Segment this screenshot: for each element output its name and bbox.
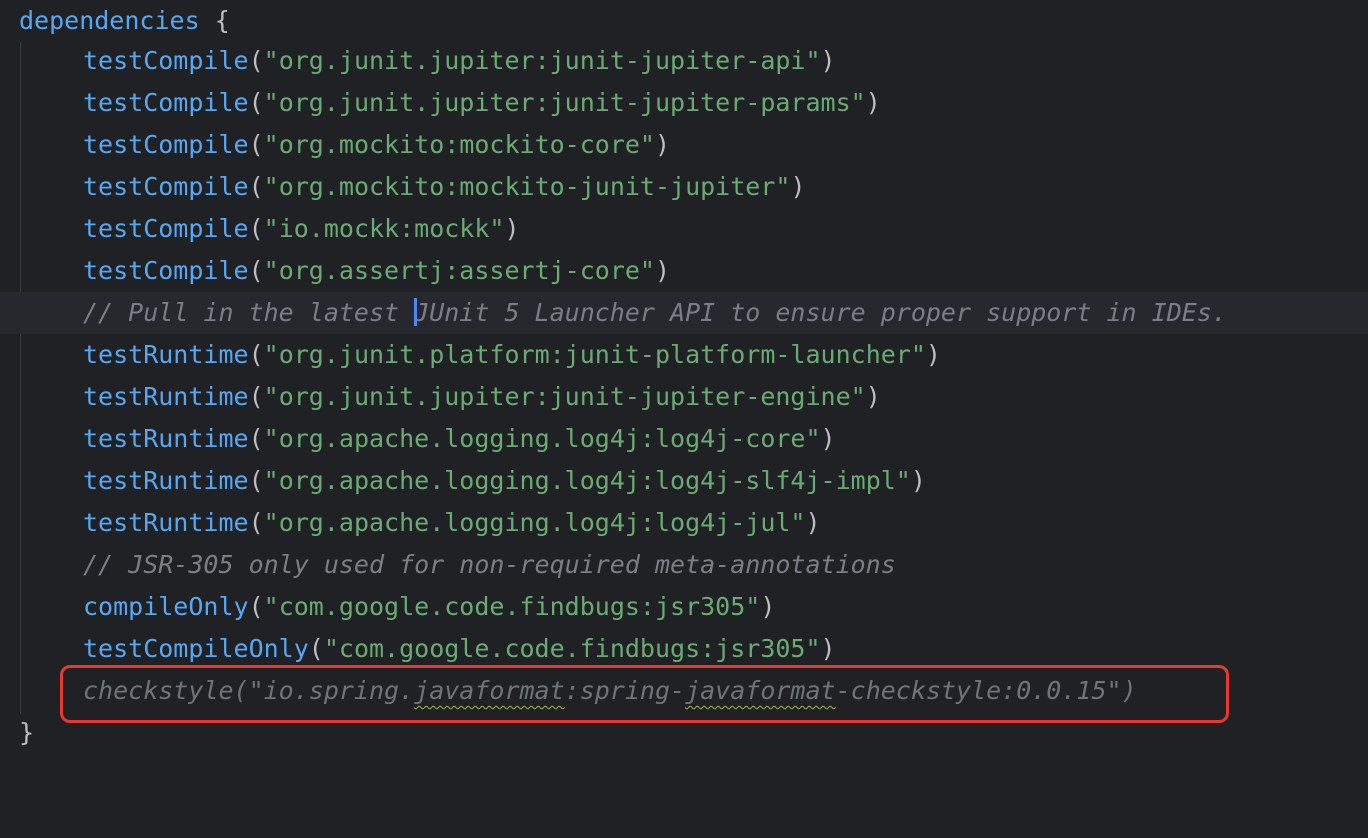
function-name: testCompileOnly <box>83 634 309 663</box>
paren: ( <box>248 382 264 411</box>
code-line[interactable]: testCompile("io.mockk:mockk") <box>0 208 1368 250</box>
red-annotation-box <box>60 665 1229 723</box>
comment-line[interactable]: // Pull in the latest JUnit 5 Launcher A… <box>0 292 1368 334</box>
code-line[interactable]: testCompile("org.junit.jupiter:junit-jup… <box>0 82 1368 124</box>
paren: ) <box>820 46 836 75</box>
paren: ( <box>248 424 264 453</box>
function-name: testRuntime <box>83 466 249 495</box>
paren: ( <box>248 256 264 285</box>
function-name: testCompile <box>83 214 249 243</box>
paren: ( <box>248 214 264 243</box>
paren: ) <box>865 382 881 411</box>
paren: ( <box>308 634 324 663</box>
string-literal: "org.junit.jupiter:junit-jupiter-engine" <box>263 382 866 411</box>
code-line[interactable]: testRuntime("org.apache.logging.log4j:lo… <box>0 418 1368 460</box>
paren: ) <box>820 424 836 453</box>
code-line[interactable]: testRuntime("org.apache.logging.log4j:lo… <box>0 460 1368 502</box>
code-line[interactable]: testCompile("org.junit.jupiter:junit-jup… <box>0 40 1368 82</box>
function-name: testRuntime <box>83 508 249 537</box>
function-name: testRuntime <box>83 424 249 453</box>
string-literal: "com.google.code.findbugs:jsr305" <box>323 634 821 663</box>
paren: ) <box>654 130 671 159</box>
comment-text: // JSR-305 only used for non-required me… <box>83 550 896 579</box>
code-line[interactable]: dependencies { <box>0 0 1368 42</box>
code-line[interactable]: testCompile("org.mockito:mockito-core") <box>0 124 1368 166</box>
string-literal: "io.mockk:mockk" <box>263 214 505 243</box>
string-literal: "org.junit.jupiter:junit-jupiter-params" <box>263 88 866 117</box>
comment-line[interactable]: // JSR-305 only used for non-required me… <box>0 544 1368 586</box>
paren: ( <box>248 508 264 537</box>
paren: ) <box>820 634 836 663</box>
code-line[interactable]: testCompileOnly("com.google.code.findbug… <box>0 628 1368 670</box>
paren: ) <box>865 88 881 117</box>
string-literal: "org.apache.logging.log4j:log4j-jul" <box>263 508 806 537</box>
paren: ( <box>248 46 264 75</box>
function-name: testRuntime <box>83 340 249 369</box>
code-line[interactable]: testRuntime("org.junit.platform:junit-pl… <box>0 334 1368 376</box>
text-caret <box>414 298 418 326</box>
code-line[interactable]: testRuntime("org.apache.logging.log4j:lo… <box>0 502 1368 544</box>
paren: ) <box>760 592 776 621</box>
paren: ( <box>248 88 264 117</box>
function-name: testCompile <box>83 130 249 159</box>
function-name: testCompile <box>83 256 249 285</box>
string-literal: "org.junit.platform:junit-platform-launc… <box>263 340 926 369</box>
string-literal: "org.apache.logging.log4j:log4j-core" <box>263 424 821 453</box>
function-name: testCompile <box>83 46 249 75</box>
paren: ( <box>248 172 264 201</box>
comment-text: JUnit 5 Launcher API to ensure proper su… <box>414 298 1227 327</box>
string-literal: "org.mockito:mockito-junit-jupiter" <box>263 172 791 201</box>
string-literal: "org.assertj:assertj-core" <box>263 256 655 285</box>
comment-text: // Pull in the latest <box>83 298 415 327</box>
paren: ( <box>248 130 264 159</box>
string-literal: "org.apache.logging.log4j:log4j-slf4j-im… <box>263 466 911 495</box>
paren: ( <box>248 466 264 495</box>
paren: ( <box>248 592 264 621</box>
string-literal: "org.junit.jupiter:junit-jupiter-api" <box>263 46 821 75</box>
code-line[interactable]: testCompile("org.mockito:mockito-junit-j… <box>0 166 1368 208</box>
paren: ) <box>654 256 671 285</box>
close-brace: } <box>19 718 35 747</box>
code-line[interactable]: compileOnly("com.google.code.findbugs:js… <box>0 586 1368 628</box>
string-literal: "org.mockito:mockito-core" <box>263 130 655 159</box>
paren: ) <box>805 508 821 537</box>
code-line[interactable]: testCompile("org.assertj:assertj-core") <box>0 250 1368 292</box>
paren: ( <box>248 340 264 369</box>
code-line[interactable]: testRuntime("org.junit.jupiter:junit-jup… <box>0 376 1368 418</box>
paren: ) <box>504 214 520 243</box>
paren: ) <box>925 340 941 369</box>
function-name: testCompile <box>83 172 249 201</box>
paren: ) <box>790 172 806 201</box>
code-editor[interactable]: dependencies { testCompile("org.junit.ju… <box>0 0 1368 780</box>
function-name: testRuntime <box>83 382 249 411</box>
function-name: testCompile <box>83 88 249 117</box>
paren: ) <box>910 466 926 495</box>
function-name: compileOnly <box>83 592 249 621</box>
block-keyword: dependencies <box>19 6 200 35</box>
string-literal: "com.google.code.findbugs:jsr305" <box>263 592 761 621</box>
open-brace: { <box>214 6 230 35</box>
